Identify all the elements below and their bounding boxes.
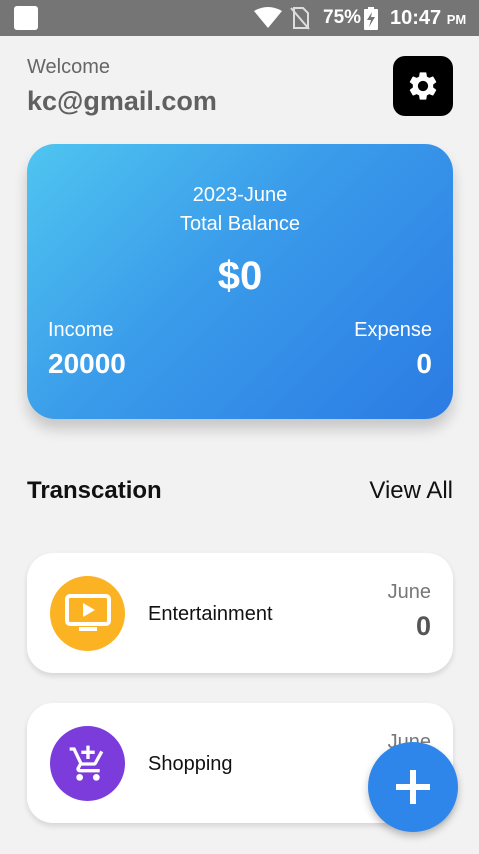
income-label: Income bbox=[48, 319, 114, 341]
battery-percent: 75% bbox=[323, 7, 362, 28]
balance-card: 2023-June Total Balance $0 Income 20000 … bbox=[27, 144, 453, 419]
transactions-title: Transcation bbox=[27, 477, 162, 504]
income-value: 20000 bbox=[48, 348, 126, 379]
settings-button[interactable] bbox=[393, 56, 453, 116]
status-bar: 75% 10:47 PM bbox=[0, 0, 479, 36]
gear-icon bbox=[409, 72, 437, 100]
total-balance-value: $0 bbox=[217, 254, 263, 298]
transaction-name: Shopping bbox=[148, 753, 233, 775]
cart-plus-icon bbox=[50, 726, 125, 801]
transaction-item[interactable]: Entertainment June 0 bbox=[27, 553, 453, 673]
user-email: kc@gmail.com bbox=[27, 86, 217, 116]
add-transaction-button[interactable] bbox=[368, 742, 458, 832]
transaction-name: Entertainment bbox=[148, 603, 273, 625]
total-balance-label: Total Balance bbox=[179, 213, 301, 235]
wifi-icon bbox=[254, 7, 282, 28]
balance-month: 2023-June bbox=[192, 184, 288, 206]
no-sim-icon bbox=[290, 7, 310, 30]
notification-icon bbox=[14, 6, 38, 30]
clock: 10:47 PM bbox=[390, 7, 466, 30]
transaction-amount: 0 bbox=[415, 611, 431, 641]
plus-icon bbox=[396, 770, 430, 804]
expense-value: 0 bbox=[416, 348, 432, 379]
welcome-label: Welcome bbox=[27, 56, 110, 78]
tv-play-icon bbox=[50, 576, 125, 651]
view-all-link[interactable]: View All bbox=[369, 477, 453, 505]
transaction-date: June bbox=[387, 581, 431, 603]
battery-charging-icon bbox=[364, 7, 378, 30]
clock-ampm: PM bbox=[446, 12, 467, 27]
expense-label: Expense bbox=[354, 319, 432, 341]
clock-time: 10:47 bbox=[390, 7, 442, 29]
